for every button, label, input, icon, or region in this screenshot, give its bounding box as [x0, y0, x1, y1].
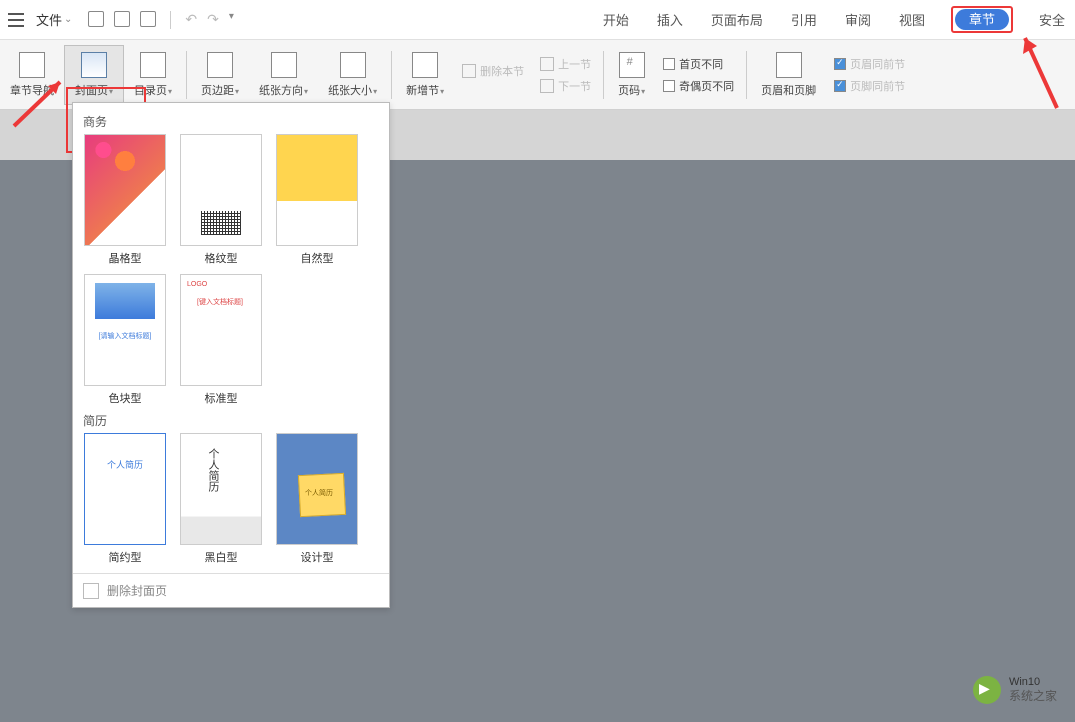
- paper-size-icon: [340, 52, 366, 78]
- delete-section-button: 删除本节: [462, 63, 524, 79]
- margins-label: 页边距▾: [201, 82, 239, 98]
- menubar: 文件 ↶ ↷ ▾ 开始 插入 页面布局 引用 审阅 视图 章节 安全: [0, 0, 1075, 40]
- toc-page-button[interactable]: 目录页▾: [124, 46, 182, 104]
- paper-size-label: 纸张大小▾: [328, 82, 377, 98]
- header-footer-label: 页眉和页脚: [761, 82, 816, 98]
- template-standard[interactable]: [键入文档标题] 标准型: [177, 274, 265, 406]
- toc-page-label: 目录页▾: [134, 82, 172, 98]
- cover-page-label: 封面页▾: [75, 82, 113, 98]
- cover-templates-scroll[interactable]: 商务 晶格型 格纹型 自然型 [请输入文档标题] 色块型 [键入文档标题] 标准…: [73, 103, 389, 573]
- template-thumb: [键入文档标题]: [180, 274, 262, 386]
- template-label: 简约型: [109, 549, 142, 565]
- checkbox-icon: [663, 80, 675, 92]
- template-label: 自然型: [301, 250, 334, 266]
- template-thumb: 个人简历: [276, 433, 358, 545]
- first-page-diff-checkbox[interactable]: 首页不同: [663, 56, 734, 72]
- cover-page-button[interactable]: 封面页▾: [64, 45, 124, 105]
- watermark-play-icon: [973, 676, 1001, 704]
- checkbox-checked-icon: [834, 58, 846, 70]
- tab-insert[interactable]: 插入: [655, 6, 685, 33]
- section-resume-label: 简历: [81, 406, 381, 433]
- tab-view[interactable]: 视图: [897, 6, 927, 33]
- template-color-block[interactable]: [请输入文档标题] 色块型: [81, 274, 169, 406]
- tab-security[interactable]: 安全: [1037, 6, 1067, 33]
- highlight-section-tab: 章节: [951, 6, 1013, 33]
- quick-access-toolbar: ↶ ↷ ▾: [88, 11, 234, 29]
- page-numbers-button[interactable]: # 页码▾: [608, 46, 655, 104]
- tab-section[interactable]: 章节: [955, 9, 1009, 30]
- watermark-line1: Win10: [1009, 676, 1057, 689]
- print-preview-icon[interactable]: [140, 11, 156, 27]
- template-resume-bw[interactable]: 个人简历 黑白型: [177, 433, 265, 565]
- header-link-prev-checkbox: 页眉同前节: [834, 56, 905, 72]
- print-icon[interactable]: [114, 11, 130, 27]
- main-tabs: 开始 插入 页面布局 引用 审阅 视图 章节 安全: [601, 6, 1067, 33]
- hamburger-icon[interactable]: [8, 13, 24, 27]
- prev-section-button: 上一节: [540, 56, 591, 72]
- checkbox-icon: [663, 58, 675, 70]
- template-label: 标准型: [205, 390, 238, 406]
- undo-icon[interactable]: ↶: [185, 11, 197, 29]
- page-numbers-label: 页码▾: [618, 82, 645, 98]
- cover-page-dropdown: 商务 晶格型 格纹型 自然型 [请输入文档标题] 色块型 [键入文档标题] 标准…: [72, 102, 390, 608]
- template-label: 设计型: [301, 549, 334, 565]
- section-business-label: 商务: [81, 107, 381, 134]
- qat-more-icon[interactable]: ▾: [229, 11, 234, 29]
- save-icon[interactable]: [88, 11, 104, 27]
- template-resume-design[interactable]: 个人简历 设计型: [273, 433, 361, 565]
- next-section-icon: [540, 79, 554, 93]
- tab-references[interactable]: 引用: [789, 6, 819, 33]
- file-menu[interactable]: 文件: [36, 10, 72, 29]
- tab-start[interactable]: 开始: [601, 6, 631, 33]
- template-thumb: [请输入文档标题]: [84, 274, 166, 386]
- template-label: 晶格型: [109, 250, 142, 266]
- checkbox-checked-icon: [834, 80, 846, 92]
- template-thumb: [180, 134, 262, 246]
- next-section-button: 下一节: [540, 78, 591, 94]
- template-thumb: 个人简历: [180, 433, 262, 545]
- delete-cover-page[interactable]: 删除封面页: [73, 573, 389, 607]
- ribbon: 章节导航 封面页▾ 目录页▾ 页边距▾ 纸张方向▾ 纸张大小▾ 新增节▾ 删除本…: [0, 40, 1075, 110]
- section-nav-icon: [19, 52, 45, 78]
- template-thumb: [84, 134, 166, 246]
- margins-icon: [207, 52, 233, 78]
- section-nav-button[interactable]: 章节导航: [0, 46, 64, 104]
- section-nav-label: 章节导航: [10, 82, 54, 98]
- cover-page-icon: [81, 52, 107, 78]
- template-label: 色块型: [109, 390, 142, 406]
- template-grid-pattern[interactable]: 格纹型: [177, 134, 265, 266]
- delete-cover-icon: [83, 583, 99, 599]
- tab-page-layout[interactable]: 页面布局: [709, 6, 765, 33]
- tab-review[interactable]: 审阅: [843, 6, 873, 33]
- watermark-logo: Win10 系统之家: [973, 676, 1057, 704]
- orientation-button[interactable]: 纸张方向▾: [249, 46, 318, 104]
- delete-section-icon: [462, 64, 476, 78]
- paper-size-button[interactable]: 纸张大小▾: [318, 46, 387, 104]
- prev-section-icon: [540, 57, 554, 71]
- template-nature[interactable]: 自然型: [273, 134, 361, 266]
- toc-page-icon: [140, 52, 166, 78]
- template-crystal[interactable]: 晶格型: [81, 134, 169, 266]
- watermark-line2: 系统之家: [1009, 689, 1057, 703]
- orientation-label: 纸张方向▾: [259, 82, 308, 98]
- add-section-button[interactable]: 新增节▾: [396, 46, 454, 104]
- add-section-label: 新增节▾: [406, 82, 444, 98]
- redo-icon[interactable]: ↷: [207, 11, 219, 29]
- template-thumb: [276, 134, 358, 246]
- margins-button[interactable]: 页边距▾: [191, 46, 249, 104]
- header-footer-icon: [776, 52, 802, 78]
- header-footer-button[interactable]: 页眉和页脚: [751, 46, 826, 104]
- footer-link-prev-checkbox: 页脚同前节: [834, 78, 905, 94]
- template-resume-simple[interactable]: 个人简历 简约型: [81, 433, 169, 565]
- template-label: 黑白型: [205, 549, 238, 565]
- add-section-icon: [412, 52, 438, 78]
- odd-even-diff-checkbox[interactable]: 奇偶页不同: [663, 78, 734, 94]
- orientation-icon: [271, 52, 297, 78]
- page-numbers-icon: #: [619, 52, 645, 78]
- template-label: 格纹型: [205, 250, 238, 266]
- template-thumb: 个人简历: [84, 433, 166, 545]
